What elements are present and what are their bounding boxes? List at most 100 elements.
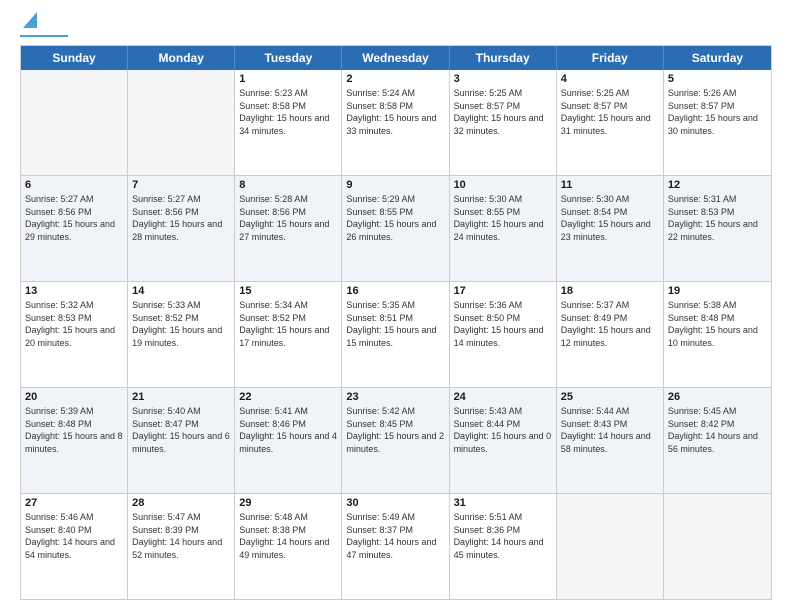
header-day-monday: Monday <box>128 46 235 70</box>
calendar-body: 1Sunrise: 5:23 AMSunset: 8:58 PMDaylight… <box>21 70 771 599</box>
day-cell-30: 30Sunrise: 5:49 AMSunset: 8:37 PMDayligh… <box>342 494 449 599</box>
day-cell-3: 3 Sunrise: 5:25 AMSunset: 8:57 PMDaylight… <box>450 70 557 175</box>
day-number: 18 <box>561 285 659 297</box>
calendar-header: SundayMondayTuesdayWednesdayThursdayFrid… <box>21 46 771 70</box>
cell-info: Sunrise: 5:35 AMSunset: 8:51 PMDaylight:… <box>346 299 444 349</box>
empty-cell <box>128 70 235 175</box>
day-number: 29 <box>239 497 337 509</box>
day-number: 14 <box>132 285 230 297</box>
day-cell-2: 2 Sunrise: 5:24 AMSunset: 8:58 PMDaylight… <box>342 70 449 175</box>
day-cell-21: 21 Sunrise: 5:40 AMSunset: 8:47 PMDayligh… <box>128 388 235 493</box>
day-cell-26: 26Sunrise: 5:45 AMSunset: 8:42 PMDayligh… <box>664 388 771 493</box>
cell-info: Sunrise: 5:25 AMSunset: 8:57 PMDaylight:… <box>561 87 659 137</box>
header-day-friday: Friday <box>557 46 664 70</box>
cell-info: Sunrise: 5:44 AMSunset: 8:43 PMDaylight:… <box>561 405 659 455</box>
day-number: 4 <box>561 73 659 85</box>
week-row-4: 20 Sunrise: 5:39 AMSunset: 8:48 PMDayligh… <box>21 387 771 493</box>
cell-info: Sunrise: 5:41 AMSunset: 8:46 PMDaylight:… <box>239 405 337 455</box>
empty-cell <box>664 494 771 599</box>
day-number: 23 <box>346 391 444 403</box>
empty-cell <box>557 494 664 599</box>
day-cell-20: 20 Sunrise: 5:39 AMSunset: 8:48 PMDayligh… <box>21 388 128 493</box>
day-cell-17: 17 Sunrise: 5:36 AMSunset: 8:50 PMDayligh… <box>450 282 557 387</box>
empty-cell <box>21 70 128 175</box>
day-cell-10: 10 Sunrise: 5:30 AMSunset: 8:55 PMDayligh… <box>450 176 557 281</box>
day-number: 27 <box>25 497 123 509</box>
day-number: 24 <box>454 391 552 403</box>
cell-info: Sunrise: 5:28 AMSunset: 8:56 PMDaylight:… <box>239 193 337 243</box>
cell-info: Sunrise: 5:40 AMSunset: 8:47 PMDaylight:… <box>132 405 230 455</box>
day-cell-24: 24 Sunrise: 5:43 AMSunset: 8:44 PMDayligh… <box>450 388 557 493</box>
day-number: 6 <box>25 179 123 191</box>
day-cell-1: 1Sunrise: 5:23 AMSunset: 8:58 PMDaylight… <box>235 70 342 175</box>
header-day-tuesday: Tuesday <box>235 46 342 70</box>
cell-info: Sunrise: 5:29 AMSunset: 8:55 PMDaylight:… <box>346 193 444 243</box>
day-number: 15 <box>239 285 337 297</box>
day-number: 30 <box>346 497 444 509</box>
cell-info: Sunrise: 5:34 AMSunset: 8:52 PMDaylight:… <box>239 299 337 349</box>
cell-info: Sunrise: 5:27 AMSunset: 8:56 PMDaylight:… <box>132 193 230 243</box>
cell-info: Sunrise: 5:38 AMSunset: 8:48 PMDaylight:… <box>668 299 767 349</box>
day-number: 13 <box>25 285 123 297</box>
week-row-1: 1Sunrise: 5:23 AMSunset: 8:58 PMDaylight… <box>21 70 771 175</box>
day-number: 22 <box>239 391 337 403</box>
day-cell-15: 15 Sunrise: 5:34 AMSunset: 8:52 PMDayligh… <box>235 282 342 387</box>
header-day-thursday: Thursday <box>450 46 557 70</box>
day-number: 11 <box>561 179 659 191</box>
cell-info: Sunrise: 5:39 AMSunset: 8:48 PMDaylight:… <box>25 405 123 455</box>
day-number: 25 <box>561 391 659 403</box>
day-number: 20 <box>25 391 123 403</box>
cell-info: Sunrise: 5:51 AMSunset: 8:36 PMDaylight:… <box>454 511 552 561</box>
day-cell-5: 5 Sunrise: 5:26 AMSunset: 8:57 PMDaylight… <box>664 70 771 175</box>
cell-info: Sunrise: 5:42 AMSunset: 8:45 PMDaylight:… <box>346 405 444 455</box>
day-number: 10 <box>454 179 552 191</box>
day-number: 8 <box>239 179 337 191</box>
cell-info: Sunrise: 5:30 AMSunset: 8:55 PMDaylight:… <box>454 193 552 243</box>
cell-info: Sunrise: 5:25 AMSunset: 8:57 PMDaylight:… <box>454 87 552 137</box>
day-number: 9 <box>346 179 444 191</box>
day-cell-12: 12Sunrise: 5:31 AMSunset: 8:53 PMDayligh… <box>664 176 771 281</box>
cell-info: Sunrise: 5:43 AMSunset: 8:44 PMDaylight:… <box>454 405 552 455</box>
day-cell-8: 8 Sunrise: 5:28 AMSunset: 8:56 PMDaylight… <box>235 176 342 281</box>
cell-info: Sunrise: 5:46 AMSunset: 8:40 PMDaylight:… <box>25 511 123 561</box>
day-number: 31 <box>454 497 552 509</box>
day-cell-11: 11Sunrise: 5:30 AMSunset: 8:54 PMDayligh… <box>557 176 664 281</box>
cell-info: Sunrise: 5:23 AMSunset: 8:58 PMDaylight:… <box>239 87 337 137</box>
day-cell-6: 6 Sunrise: 5:27 AMSunset: 8:56 PMDaylight… <box>21 176 128 281</box>
day-cell-31: 31 Sunrise: 5:51 AMSunset: 8:36 PMDayligh… <box>450 494 557 599</box>
day-number: 26 <box>668 391 767 403</box>
day-cell-27: 27 Sunrise: 5:46 AMSunset: 8:40 PMDayligh… <box>21 494 128 599</box>
day-cell-23: 23 Sunrise: 5:42 AMSunset: 8:45 PMDayligh… <box>342 388 449 493</box>
day-cell-7: 7 Sunrise: 5:27 AMSunset: 8:56 PMDaylight… <box>128 176 235 281</box>
calendar: SundayMondayTuesdayWednesdayThursdayFrid… <box>20 45 772 600</box>
header <box>20 16 772 37</box>
cell-info: Sunrise: 5:47 AMSunset: 8:39 PMDaylight:… <box>132 511 230 561</box>
cell-info: Sunrise: 5:24 AMSunset: 8:58 PMDaylight:… <box>346 87 444 137</box>
day-cell-22: 22 Sunrise: 5:41 AMSunset: 8:46 PMDayligh… <box>235 388 342 493</box>
day-number: 3 <box>454 73 552 85</box>
day-cell-14: 14Sunrise: 5:33 AMSunset: 8:52 PMDayligh… <box>128 282 235 387</box>
day-cell-18: 18Sunrise: 5:37 AMSunset: 8:49 PMDayligh… <box>557 282 664 387</box>
week-row-5: 27 Sunrise: 5:46 AMSunset: 8:40 PMDayligh… <box>21 493 771 599</box>
logo-underline <box>20 35 68 37</box>
cell-info: Sunrise: 5:27 AMSunset: 8:56 PMDaylight:… <box>25 193 123 243</box>
day-number: 5 <box>668 73 767 85</box>
week-row-3: 13 Sunrise: 5:32 AMSunset: 8:53 PMDayligh… <box>21 281 771 387</box>
day-number: 2 <box>346 73 444 85</box>
day-cell-9: 9 Sunrise: 5:29 AMSunset: 8:55 PMDaylight… <box>342 176 449 281</box>
header-day-wednesday: Wednesday <box>342 46 449 70</box>
header-day-saturday: Saturday <box>664 46 771 70</box>
day-cell-28: 28 Sunrise: 5:47 AMSunset: 8:39 PMDayligh… <box>128 494 235 599</box>
day-number: 28 <box>132 497 230 509</box>
week-row-2: 6 Sunrise: 5:27 AMSunset: 8:56 PMDaylight… <box>21 175 771 281</box>
cell-info: Sunrise: 5:36 AMSunset: 8:50 PMDaylight:… <box>454 299 552 349</box>
day-number: 16 <box>346 285 444 297</box>
logo-triangle-icon <box>23 12 37 33</box>
day-number: 7 <box>132 179 230 191</box>
cell-info: Sunrise: 5:32 AMSunset: 8:53 PMDaylight:… <box>25 299 123 349</box>
cell-info: Sunrise: 5:26 AMSunset: 8:57 PMDaylight:… <box>668 87 767 137</box>
day-number: 21 <box>132 391 230 403</box>
cell-info: Sunrise: 5:31 AMSunset: 8:53 PMDaylight:… <box>668 193 767 243</box>
cell-info: Sunrise: 5:48 AMSunset: 8:38 PMDaylight:… <box>239 511 337 561</box>
day-number: 17 <box>454 285 552 297</box>
